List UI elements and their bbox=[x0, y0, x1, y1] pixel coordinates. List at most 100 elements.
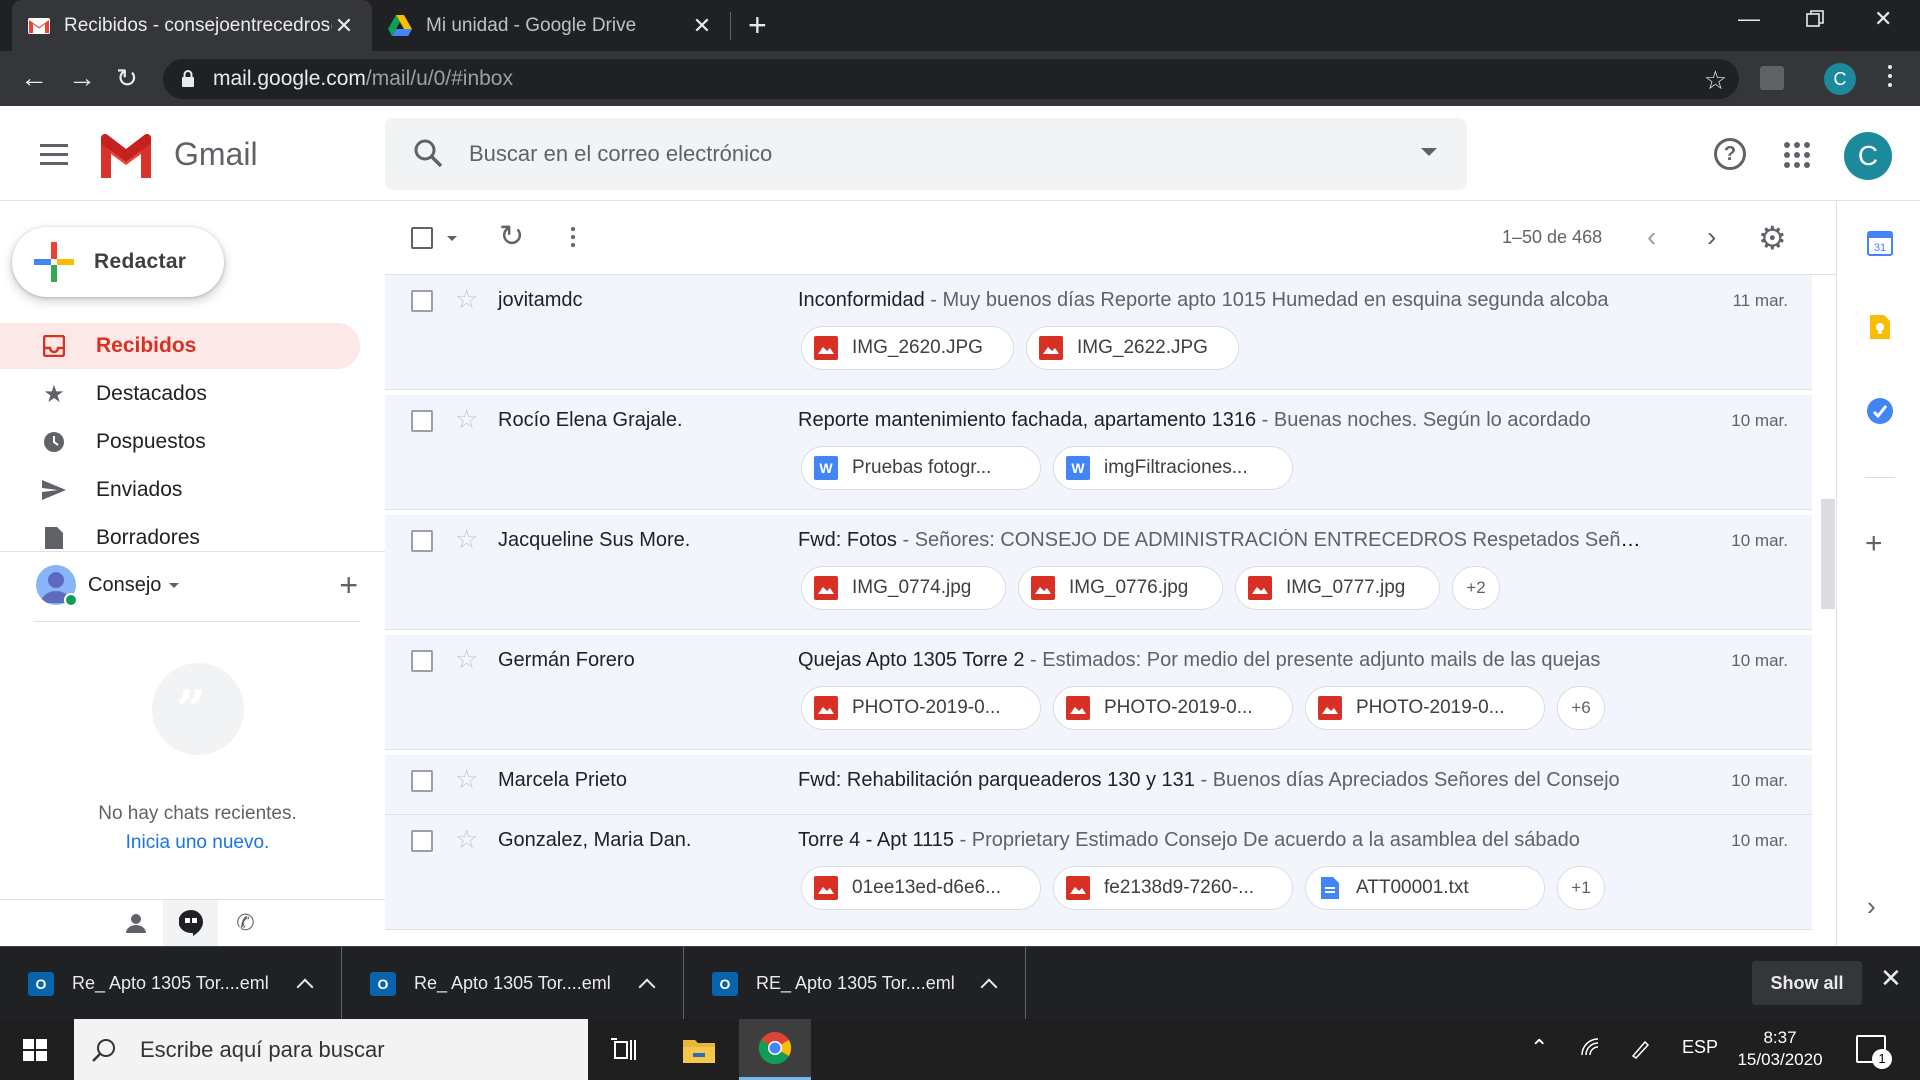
mail-list-scrollbar[interactable] bbox=[1820, 275, 1836, 946]
close-window-icon[interactable]: ✕ bbox=[1874, 6, 1892, 32]
attachment-chip[interactable]: IMG_2622.JPG bbox=[1026, 326, 1239, 370]
email-checkbox[interactable] bbox=[411, 770, 433, 792]
new-conversation-plus-icon[interactable]: + bbox=[339, 567, 358, 604]
reload-icon[interactable]: ↻ bbox=[116, 61, 138, 95]
email-checkbox[interactable] bbox=[411, 650, 433, 672]
file-explorer-icon[interactable] bbox=[663, 1019, 735, 1080]
attachment-chip[interactable]: W imgFiltraciones... bbox=[1053, 446, 1293, 490]
attachment-chip[interactable]: IMG_0776.jpg bbox=[1018, 566, 1223, 610]
get-addons-plus-icon[interactable]: + bbox=[1865, 527, 1883, 561]
start-new-chat-link[interactable]: Inicia uno nuevo. bbox=[0, 832, 395, 854]
previous-page-icon[interactable]: ‹ bbox=[1647, 221, 1656, 253]
sidebar-item-starred[interactable]: ★ Destacados bbox=[0, 371, 360, 417]
select-options-chevron-down-icon[interactable] bbox=[447, 236, 457, 241]
attachment-chip[interactable]: PHOTO-2019-0... bbox=[801, 686, 1041, 730]
more-options-icon[interactable] bbox=[571, 227, 575, 251]
system-clock[interactable]: 8:37 15/03/2020 bbox=[1730, 1027, 1830, 1071]
task-view-icon[interactable] bbox=[588, 1019, 660, 1080]
compose-button[interactable]: Redactar bbox=[12, 227, 224, 297]
refresh-icon[interactable]: ↻ bbox=[499, 219, 524, 254]
sidebar-item-drafts[interactable]: Borradores bbox=[0, 515, 360, 561]
star-toggle-icon[interactable]: ☆ bbox=[455, 284, 478, 315]
wifi-icon[interactable] bbox=[1580, 1037, 1602, 1062]
star-toggle-icon[interactable]: ☆ bbox=[455, 644, 478, 675]
more-attachments-chip[interactable]: +2 bbox=[1452, 566, 1500, 610]
back-icon[interactable]: ← bbox=[20, 61, 48, 95]
email-checkbox[interactable] bbox=[411, 290, 433, 312]
more-attachments-chip[interactable]: +1 bbox=[1557, 866, 1605, 910]
show-all-downloads-button[interactable]: Show all bbox=[1752, 961, 1862, 1005]
forward-icon[interactable]: → bbox=[68, 61, 96, 95]
chrome-icon[interactable] bbox=[739, 1019, 811, 1080]
chevron-up-icon[interactable] bbox=[296, 978, 314, 995]
sidebar-item-snoozed[interactable]: Pospuestos bbox=[0, 419, 360, 465]
email-checkbox[interactable] bbox=[411, 830, 433, 852]
account-avatar[interactable]: C bbox=[1844, 132, 1892, 180]
email-row[interactable]: ☆ Jacqueline Sus More. Fwd: Fotos - Seño… bbox=[385, 515, 1812, 630]
close-tab-icon[interactable]: ✕ bbox=[332, 13, 356, 39]
chevron-down-icon[interactable] bbox=[169, 582, 180, 588]
hangouts-user[interactable]: Consejo + bbox=[36, 563, 376, 607]
attachment-chip[interactable]: W Pruebas fotogr... bbox=[801, 446, 1041, 490]
email-checkbox[interactable] bbox=[411, 530, 433, 552]
tab-gmail[interactable]: Recibidos - consejoentrecedros@ ✕ bbox=[12, 0, 372, 51]
new-tab-button[interactable]: + bbox=[748, 9, 767, 41]
star-toggle-icon[interactable]: ☆ bbox=[455, 404, 478, 435]
email-checkbox[interactable] bbox=[411, 410, 433, 432]
attachment-chip[interactable]: ATT00001.txt bbox=[1305, 866, 1545, 910]
download-item[interactable]: O Re_ Apto 1305 Tor....eml bbox=[342, 947, 684, 1020]
hangouts-chat-icon[interactable] bbox=[163, 900, 218, 946]
main-menu-icon[interactable] bbox=[40, 144, 68, 165]
search-options-dropdown-icon[interactable] bbox=[1421, 148, 1437, 156]
star-toggle-icon[interactable]: ☆ bbox=[455, 524, 478, 555]
chevron-up-icon[interactable] bbox=[638, 978, 656, 995]
attachment-chip[interactable]: 01ee13ed-d6e6... bbox=[801, 866, 1041, 910]
bookmark-star-icon[interactable]: ☆ bbox=[1704, 65, 1727, 96]
star-toggle-icon[interactable]: ☆ bbox=[455, 764, 478, 795]
email-row[interactable]: ☆ jovitamdc Inconformidad - Muy buenos d… bbox=[385, 275, 1812, 390]
chevron-up-icon[interactable] bbox=[980, 978, 998, 995]
close-downloads-icon[interactable]: ✕ bbox=[1880, 963, 1902, 994]
download-item[interactable]: O RE_ Apto 1305 Tor....eml bbox=[684, 947, 1026, 1020]
sidebar-item-inbox[interactable]: Recibidos bbox=[0, 323, 360, 369]
attachment-chip[interactable]: IMG_0774.jpg bbox=[801, 566, 1006, 610]
calendar-icon[interactable]: 31 bbox=[1866, 229, 1894, 257]
profile-avatar[interactable]: C bbox=[1824, 63, 1856, 95]
help-icon[interactable]: ? bbox=[1714, 138, 1746, 170]
next-page-icon[interactable]: › bbox=[1707, 221, 1716, 253]
attachment-chip[interactable]: PHOTO-2019-0... bbox=[1053, 686, 1293, 730]
sidebar-item-sent[interactable]: Enviados bbox=[0, 467, 360, 513]
phone-icon[interactable]: ✆ bbox=[218, 900, 273, 946]
email-row[interactable]: ☆ Gonzalez, Maria Dan. Torre 4 - Apt 111… bbox=[385, 815, 1812, 930]
email-row[interactable]: ☆ Marcela Prieto Fwd: Rehabilitación par… bbox=[385, 755, 1812, 815]
extension-icon[interactable] bbox=[1760, 66, 1784, 90]
settings-gear-icon[interactable]: ⚙ bbox=[1758, 219, 1787, 257]
close-tab-icon[interactable]: ✕ bbox=[690, 13, 714, 39]
email-row[interactable]: ☆ Rocío Elena Grajale. Reporte mantenimi… bbox=[385, 395, 1812, 510]
mail-search-input[interactable] bbox=[469, 132, 1369, 176]
tab-drive[interactable]: Mi unidad - Google Drive ✕ bbox=[372, 0, 730, 51]
email-row[interactable]: ☆ Germán Forero Quejas Apto 1305 Torre 2… bbox=[385, 635, 1812, 750]
taskbar-search-box[interactable] bbox=[74, 1019, 588, 1080]
taskbar-search-input[interactable] bbox=[140, 1036, 560, 1063]
google-apps-icon[interactable] bbox=[1784, 142, 1810, 168]
more-attachments-chip[interactable]: +6 bbox=[1557, 686, 1605, 730]
download-item[interactable]: O Re_ Apto 1305 Tor....eml bbox=[0, 947, 342, 1020]
tray-chevron-up-icon[interactable]: ⌃ bbox=[1530, 1035, 1548, 1061]
windows-start-icon[interactable] bbox=[23, 1039, 47, 1061]
attachment-chip[interactable]: IMG_2620.JPG bbox=[801, 326, 1014, 370]
restore-icon[interactable] bbox=[1806, 8, 1824, 34]
search-icon[interactable] bbox=[413, 138, 443, 168]
hide-panel-chevron-right-icon[interactable]: › bbox=[1867, 891, 1876, 922]
scrollbar-thumb[interactable] bbox=[1821, 499, 1835, 609]
keep-icon[interactable] bbox=[1866, 313, 1894, 341]
pen-icon[interactable] bbox=[1630, 1037, 1652, 1064]
attachment-chip[interactable]: fe2138d9-7260-... bbox=[1053, 866, 1293, 910]
contacts-person-icon[interactable] bbox=[108, 900, 163, 946]
tasks-icon[interactable] bbox=[1866, 397, 1894, 425]
attachment-chip[interactable]: PHOTO-2019-0... bbox=[1305, 686, 1545, 730]
input-language[interactable]: ESP bbox=[1682, 1037, 1718, 1058]
select-all-checkbox[interactable] bbox=[411, 227, 433, 249]
chrome-menu-icon[interactable] bbox=[1888, 65, 1892, 87]
star-toggle-icon[interactable]: ☆ bbox=[455, 824, 478, 855]
